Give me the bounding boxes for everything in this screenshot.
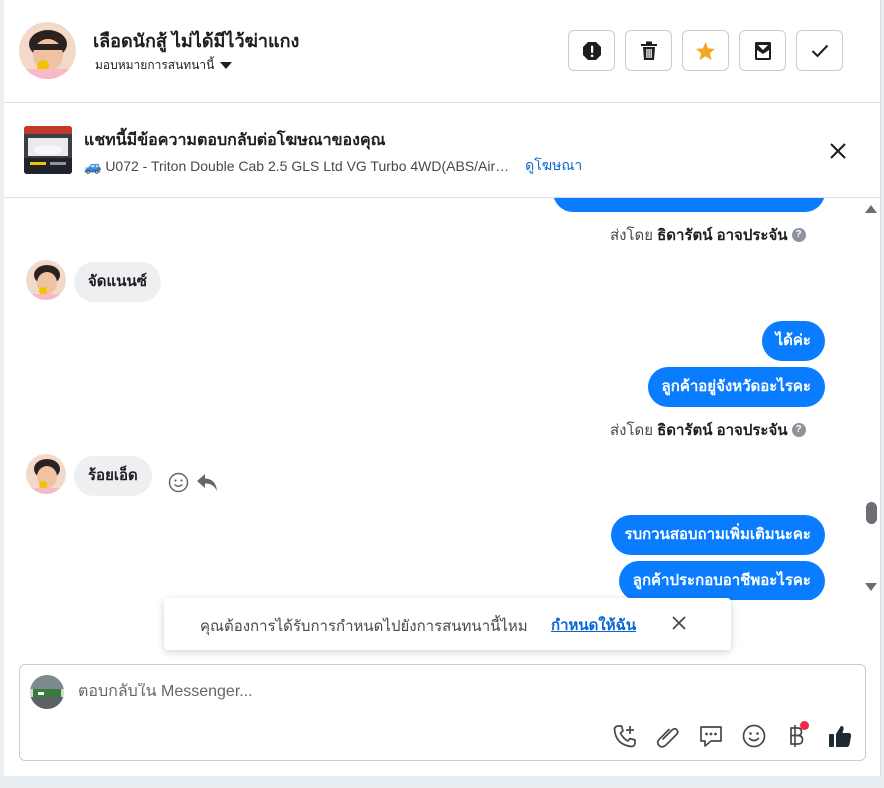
message-bubble-outgoing[interactable]: ได้ค่ะ: [761, 321, 825, 361]
message-bubble-incoming[interactable]: จัดแนนซ์: [74, 262, 161, 302]
reply-icon[interactable]: [196, 472, 219, 493]
agent-name: ธิดารัตน์ อาจประจัน: [657, 422, 788, 439]
like-button[interactable]: [825, 721, 854, 750]
attach-button[interactable]: [653, 721, 682, 750]
contact-avatar-small: [26, 454, 66, 494]
message-bubble-outgoing[interactable]: รบกวนสอบถามเพิ่มเติมนะคะ: [610, 515, 825, 555]
reply-input[interactable]: [78, 683, 638, 701]
archive-icon: [754, 41, 771, 60]
trash-icon: [640, 41, 657, 60]
emoji-icon: [742, 724, 765, 747]
scroll-up-arrow[interactable]: [865, 205, 877, 213]
notification-dot: [800, 721, 809, 730]
close-icon[interactable]: [670, 614, 688, 632]
sent-by-prefix: ส่งโดย: [610, 422, 654, 439]
contact-avatar-small: [26, 260, 66, 300]
composer-toolbar: [610, 721, 854, 750]
ad-thumbnail[interactable]: [24, 126, 72, 174]
ad-listing-line: 🚙 U072 - Triton Double Cab 2.5 GLS Ltd V…: [84, 155, 582, 177]
scrollbar-thumb[interactable]: [866, 502, 877, 524]
contact-name: เลือดนักสู้ ไม่ได้มีไว้ฆ่าแกง: [93, 31, 300, 51]
agent-name: ธิดารัตน์ อาจประจัน: [657, 227, 788, 244]
mark-spam-button[interactable]: [568, 30, 615, 71]
close-icon[interactable]: [827, 140, 849, 162]
saved-reply-icon: [699, 725, 722, 747]
message-bubble-outgoing[interactable]: ลูกค้าประกอบอาชีพอะไรคะ: [618, 561, 825, 600]
view-ad-link[interactable]: ดูโฆษณา: [525, 155, 582, 177]
sent-by-line: ส่งโดย ธิดารัตน์ อาจประจัน ?: [610, 418, 806, 442]
message-bubble-outgoing[interactable]: ลูกค้าอยู่จังหวัดอะไรคะ: [647, 367, 825, 407]
saved-replies-button[interactable]: [696, 721, 725, 750]
assign-prompt-text: คุณต้องการได้รับการกำหนดไปยังการสนทนานี้…: [200, 618, 528, 635]
page-avatar: [30, 675, 64, 709]
paperclip-icon: [656, 727, 679, 748]
conversation-header: เลือดนักสู้ ไม่ได้มีไว้ฆ่าแกง มอบหมายการ…: [4, 0, 881, 103]
thumbs-up-icon: [828, 725, 851, 747]
assign-prompt-toast: คุณต้องการได้รับการกำหนดไปยังการสนทนานี้…: [164, 598, 731, 650]
star-icon: [695, 41, 716, 60]
check-icon: [811, 44, 828, 57]
archive-button[interactable]: [739, 30, 786, 71]
scroll-down-arrow[interactable]: [865, 583, 877, 591]
message-bubble-outgoing[interactable]: [553, 198, 825, 212]
message-bubble-incoming[interactable]: ร้อยเอ็ด: [74, 456, 152, 496]
message-thread[interactable]: ส่งโดย ธิดารัตน์ อาจประจัน ? จัดแนนซ์ ได…: [4, 198, 881, 600]
ad-title: แชทนี้มีข้อความตอบกลับต่อโฆษณาของคุณ: [84, 132, 386, 149]
conversation-panel: เลือดนักสู้ ไม่ได้มีไว้ฆ่าแกง มอบหมายการ…: [4, 0, 881, 776]
contact-avatar[interactable]: [19, 22, 76, 79]
header-actions: [568, 30, 843, 71]
ad-listing: 🚙 U072 - Triton Double Cab 2.5 GLS Ltd V…: [84, 157, 510, 174]
assign-label: มอบหมายการสนทนานี้: [95, 58, 215, 72]
payment-button[interactable]: [782, 721, 811, 750]
assign-to-me-link[interactable]: กำหนดให้ฉัน: [551, 613, 636, 637]
help-icon[interactable]: ?: [791, 423, 806, 437]
call-add-icon: [613, 724, 636, 747]
emoji-button[interactable]: [739, 721, 768, 750]
delete-button[interactable]: [625, 30, 672, 71]
mark-done-button[interactable]: [796, 30, 843, 71]
help-icon[interactable]: ?: [791, 228, 806, 242]
assign-conversation-dropdown[interactable]: มอบหมายการสนทนานี้: [95, 56, 233, 75]
ad-reply-banner: แชทนี้มีข้อความตอบกลับต่อโฆษณาของคุณ 🚙 U…: [4, 104, 881, 198]
call-button[interactable]: [610, 721, 639, 750]
sent-by-line: ส่งโดย ธิดารัตน์ อาจประจัน ?: [610, 223, 806, 247]
caret-down-icon: [220, 62, 233, 69]
react-emoji-icon[interactable]: [168, 472, 189, 493]
star-button[interactable]: [682, 30, 729, 71]
reply-composer: [19, 664, 866, 761]
alert-icon: [582, 41, 601, 60]
sent-by-prefix: ส่งโดย: [610, 227, 654, 244]
